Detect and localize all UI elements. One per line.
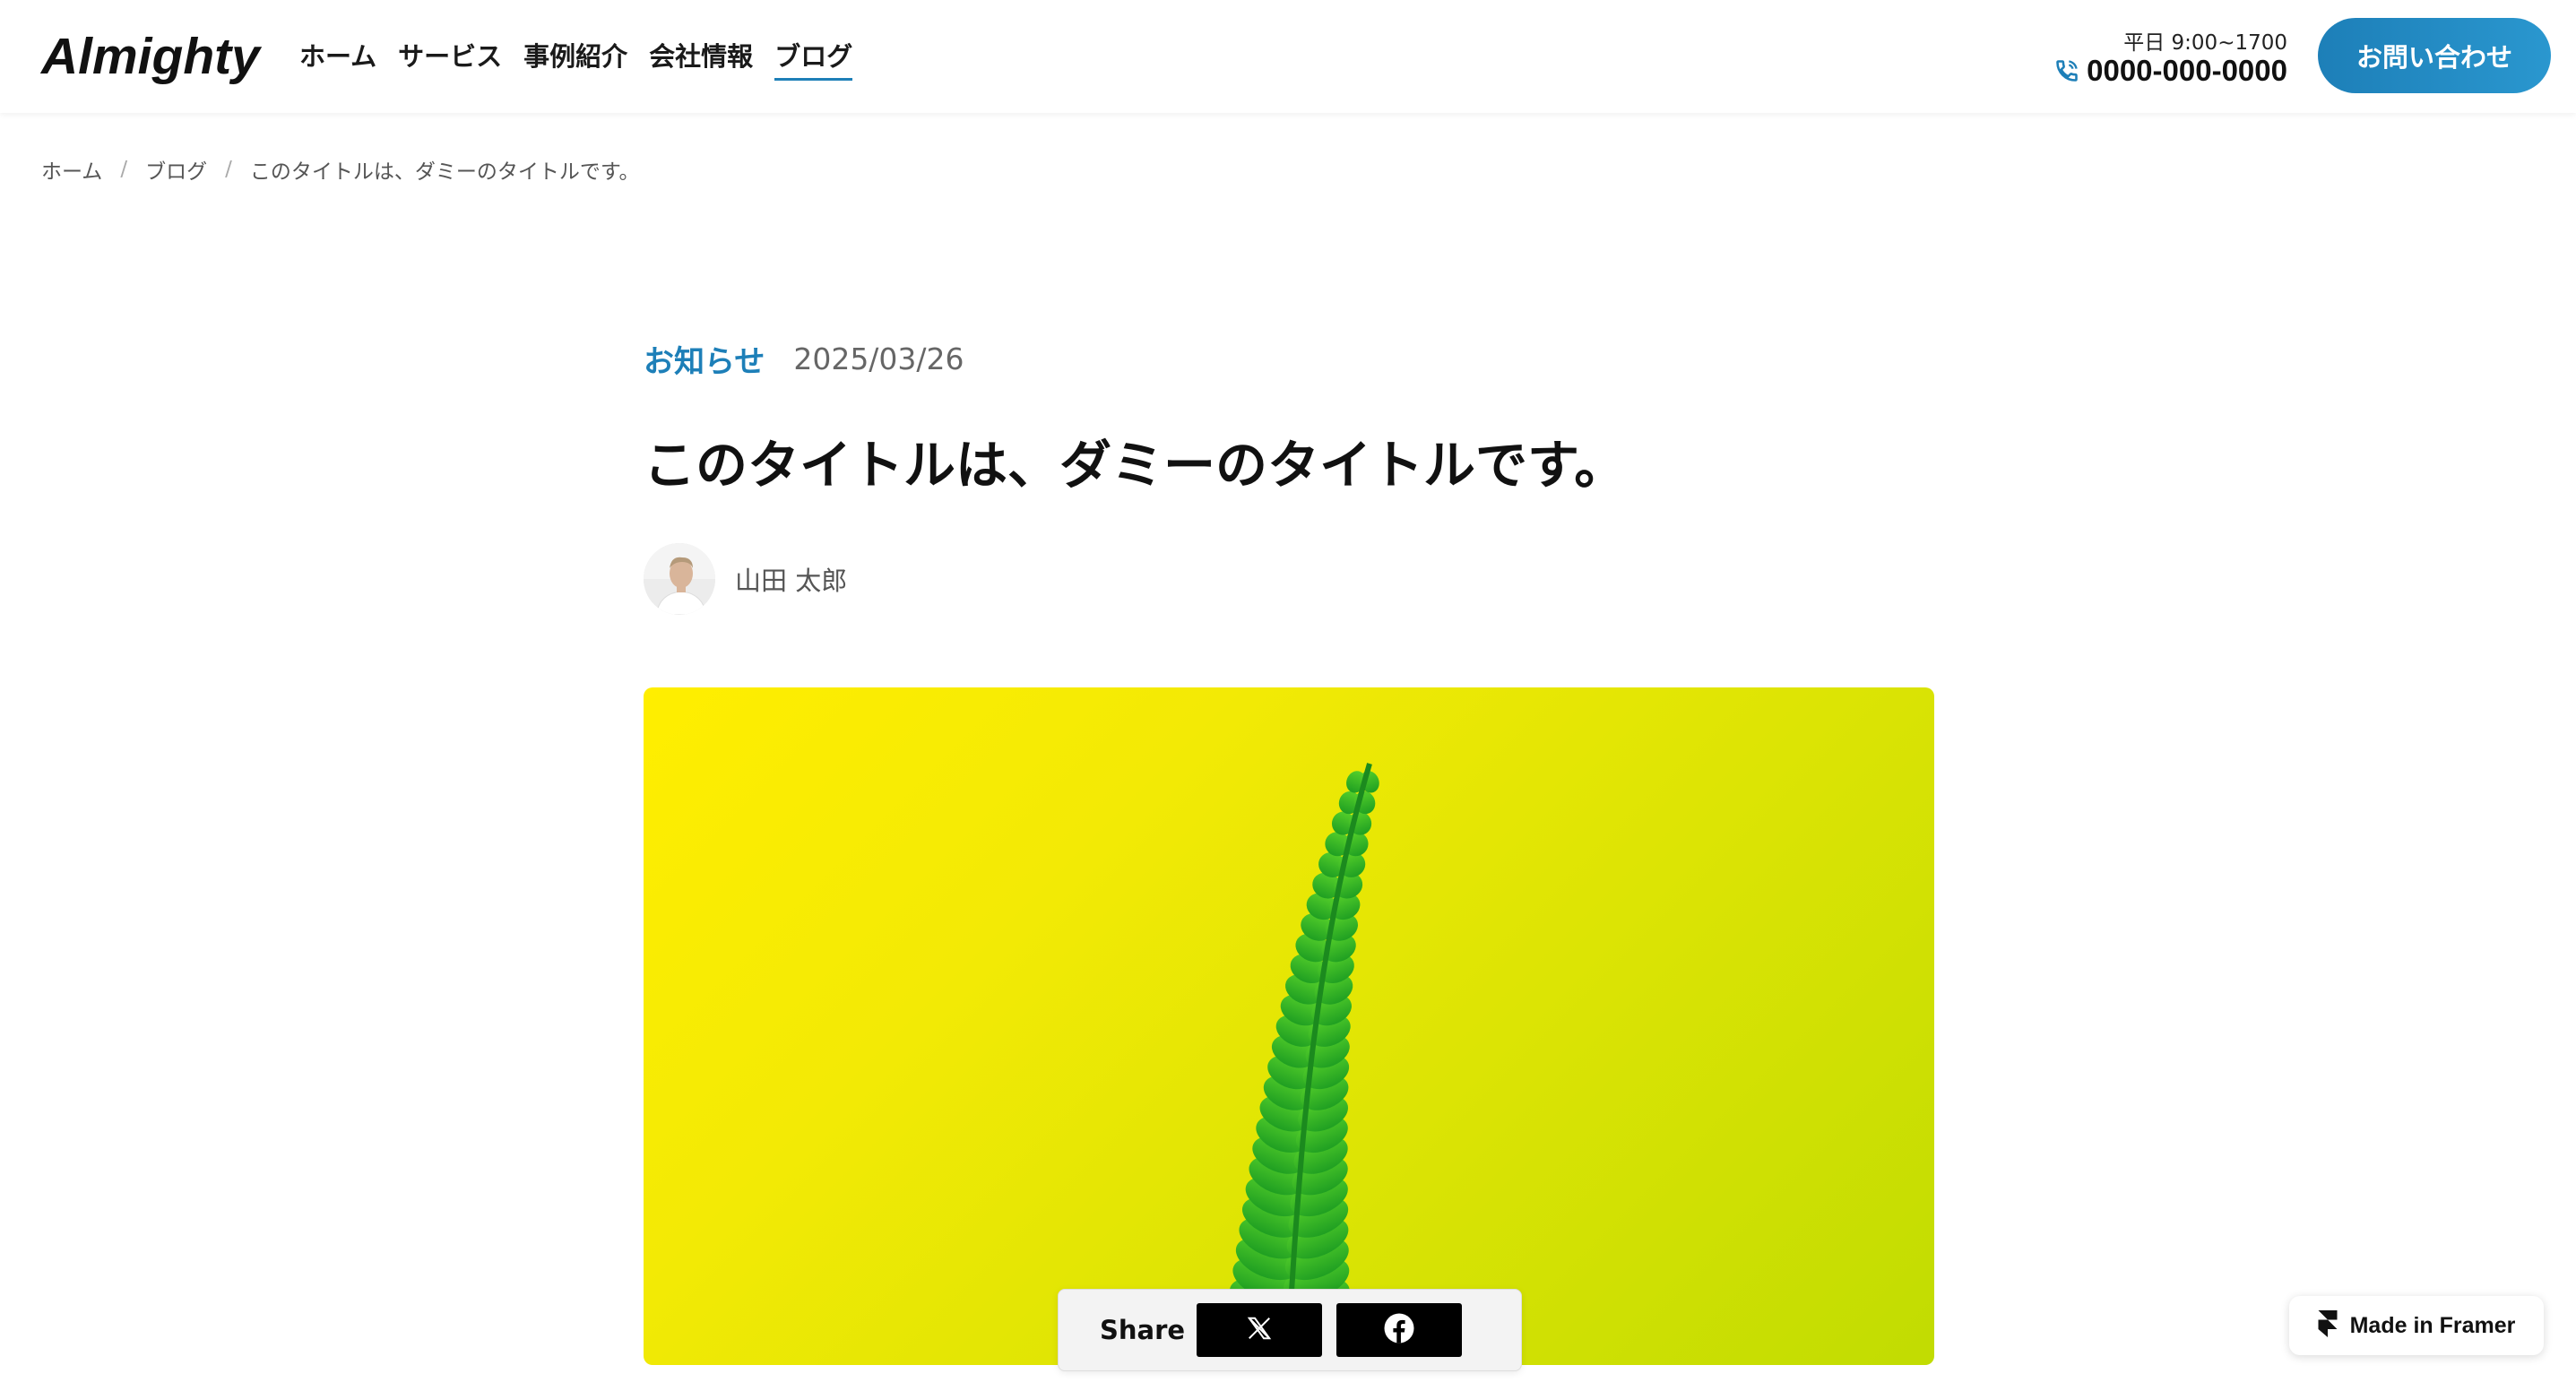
- category-label[interactable]: お知らせ: [644, 337, 765, 381]
- breadcrumb-current: このタイトルは、ダミーのタイトルです。: [249, 160, 640, 184]
- share-facebook-button[interactable]: [1336, 1303, 1462, 1357]
- nav-company[interactable]: 会社情報: [649, 34, 753, 79]
- publish-date: 2025/03/26: [793, 341, 964, 376]
- breadcrumb-separator: /: [120, 158, 128, 181]
- site-header: Almighty ホーム サービス 事例紹介 会社情報 ブログ 平日 9:00~…: [0, 0, 2576, 113]
- share-label: Share: [1100, 1315, 1186, 1345]
- facebook-icon: [1383, 1312, 1415, 1348]
- breadcrumb-home[interactable]: ホーム: [41, 154, 102, 185]
- made-in-framer-badge[interactable]: Made in Framer: [2289, 1296, 2544, 1355]
- author-name: 山田 太郎: [735, 566, 848, 596]
- framer-badge-label: Made in Framer: [2349, 1312, 2516, 1338]
- author-avatar: [644, 543, 715, 615]
- phone-number: 0000-000-0000: [2087, 54, 2287, 87]
- article-meta: お知らせ 2025/03/26: [644, 337, 964, 381]
- article-title: このタイトルは、ダミーのタイトルです。: [644, 435, 1627, 496]
- nav-services[interactable]: サービス: [398, 34, 502, 79]
- nav-case-studies[interactable]: 事例紹介: [523, 34, 627, 79]
- site-logo[interactable]: Almighty: [41, 25, 260, 88]
- breadcrumb-separator: /: [225, 158, 232, 181]
- hero-image: [644, 687, 1934, 1365]
- nav-blog[interactable]: ブログ: [774, 34, 853, 81]
- x-icon: [1246, 1315, 1273, 1345]
- framer-icon: [2318, 1310, 2338, 1341]
- contact-button[interactable]: お問い合わせ: [2318, 18, 2551, 93]
- share-bar: Share: [1058, 1289, 1522, 1371]
- main-nav: ホーム サービス 事例紹介 会社情報 ブログ: [299, 34, 874, 81]
- breadcrumb-blog[interactable]: ブログ: [145, 154, 207, 185]
- breadcrumb: ホーム / ブログ / このタイトルは、ダミーのタイトルです。: [41, 154, 640, 185]
- author-info: 山田 太郎: [644, 543, 847, 615]
- phone-link[interactable]: 0000-000-0000: [2054, 54, 2287, 88]
- share-x-button[interactable]: [1197, 1303, 1322, 1357]
- nav-home[interactable]: ホーム: [299, 34, 376, 79]
- business-hours: 平日 9:00~1700: [2123, 31, 2287, 55]
- fern-illustration: [1223, 763, 1379, 1365]
- phone-icon: [2054, 58, 2079, 83]
